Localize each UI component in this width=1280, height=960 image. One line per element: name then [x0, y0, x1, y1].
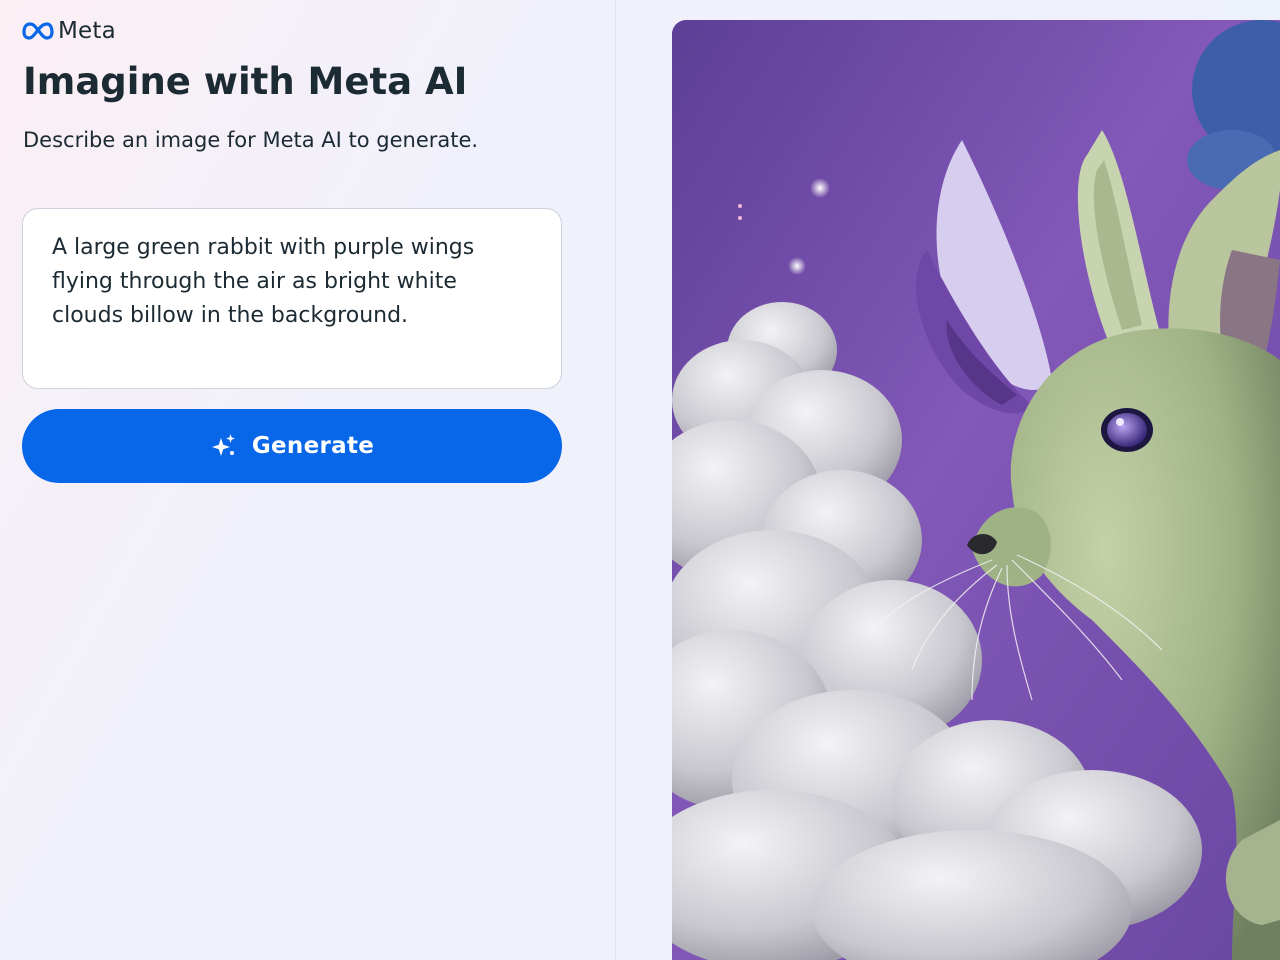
prompt-input-container[interactable]: A large green rabbit with purple wings f… — [22, 208, 562, 389]
left-panel: Meta Imagine with Meta AI Describe an im… — [0, 0, 616, 960]
generate-button-label: Generate — [251, 433, 375, 459]
meta-logo-icon — [22, 22, 54, 40]
brand-name: Meta — [58, 18, 116, 44]
prompt-input[interactable]: A large green rabbit with purple wings f… — [52, 231, 532, 366]
sparkle-icon — [211, 434, 235, 456]
generated-image[interactable] — [672, 20, 1280, 960]
page-title: Imagine with Meta AI — [23, 60, 468, 103]
brand[interactable]: Meta — [22, 16, 116, 46]
page-subtitle: Describe an image for Meta AI to generat… — [23, 128, 479, 152]
generate-button[interactable]: Generate — [22, 409, 562, 483]
generated-image-artwork — [672, 20, 1280, 960]
